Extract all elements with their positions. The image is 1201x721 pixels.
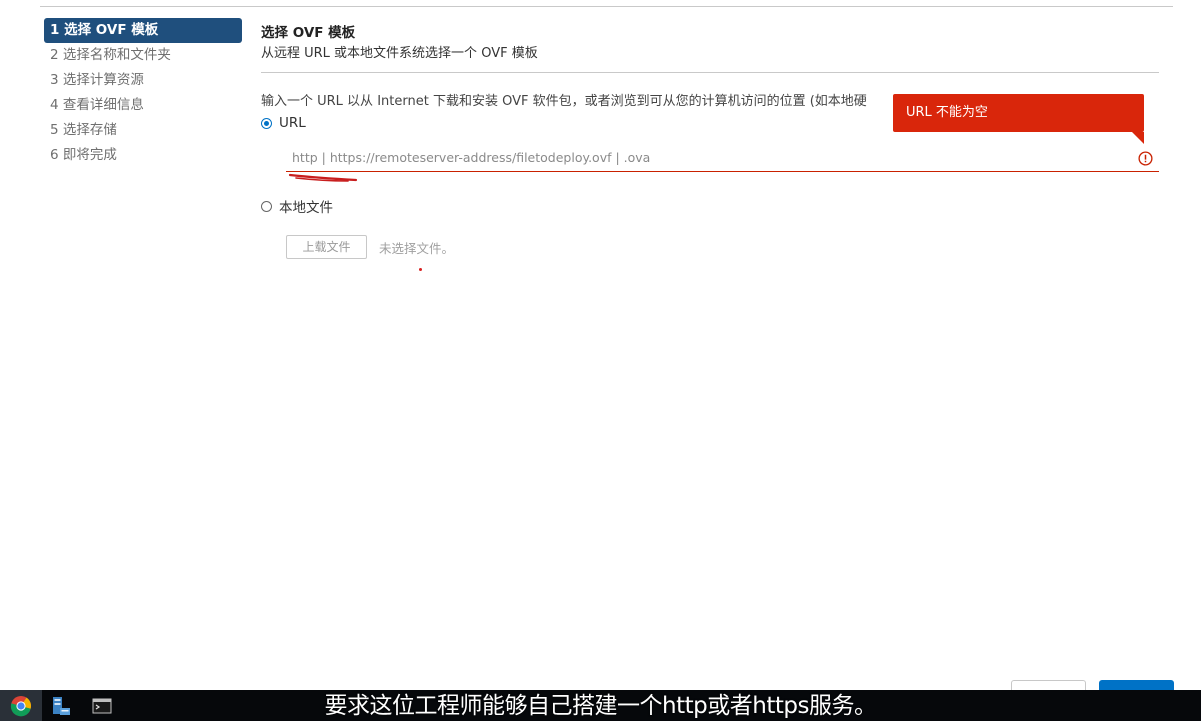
url-error-tooltip: URL 不能为空 [893, 94, 1144, 144]
wizard-step-6[interactable]: 6 即将完成 [44, 143, 242, 168]
wizard-step-4[interactable]: 4 查看详细信息 [44, 93, 242, 118]
url-radio-button[interactable] [261, 117, 272, 129]
top-divider [40, 6, 1173, 7]
main-panel: 选择 OVF 模板 从远程 URL 或本地文件系统选择一个 OVF 模板 输入一… [261, 22, 1159, 259]
windows-taskbar [0, 690, 1201, 721]
wizard-step-1[interactable]: 1 选择 OVF 模板 [44, 18, 242, 43]
wizard-step-5[interactable]: 5 选择存储 [44, 118, 242, 143]
chrome-icon[interactable] [0, 690, 42, 721]
url-radio-label: URL [279, 115, 306, 131]
error-icon [1138, 151, 1153, 166]
local-file-radio-option[interactable]: 本地文件 [261, 196, 333, 216]
red-underline-annotation [288, 173, 358, 182]
url-input[interactable] [292, 150, 1112, 165]
wizard-steps: 1 选择 OVF 模板 2 选择名称和文件夹 3 选择计算资源 4 查看详细信息… [44, 18, 242, 168]
page-title: 选择 OVF 模板 [261, 25, 356, 41]
page-subtitle: 从远程 URL 或本地文件系统选择一个 OVF 模板 [261, 46, 538, 61]
upload-file-button[interactable]: 上载文件 [286, 235, 367, 259]
header-divider [261, 72, 1159, 73]
local-file-radio-label: 本地文件 [279, 200, 333, 216]
url-field [286, 146, 1159, 172]
no-file-selected-text: 未选择文件。 [379, 241, 455, 256]
server-manager-icon[interactable] [46, 690, 76, 721]
local-file-radio-button[interactable] [261, 200, 272, 212]
wizard-step-2[interactable]: 2 选择名称和文件夹 [44, 43, 242, 68]
vsphere-deploy-ovf-wizard: 1 选择 OVF 模板 2 选择名称和文件夹 3 选择计算资源 4 查看详细信息… [0, 0, 1201, 721]
url-radio-option[interactable]: URL [261, 115, 306, 131]
description-text: 输入一个 URL 以从 Internet 下载和安装 OVF 软件包，或者浏览到… [261, 94, 867, 109]
annotation-dot [419, 268, 422, 271]
command-prompt-icon[interactable] [88, 690, 116, 721]
wizard-step-3[interactable]: 3 选择计算资源 [44, 68, 242, 93]
